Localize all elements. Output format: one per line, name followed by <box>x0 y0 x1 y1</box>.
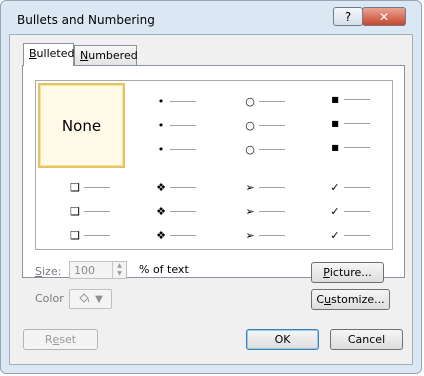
title-bar: Bullets and Numbering ? ✕ <box>1 1 421 33</box>
hollow-square-bullet-icon: ❑ <box>70 229 80 242</box>
tab-numbered-hotkey: N <box>80 49 89 62</box>
help-button[interactable]: ? <box>333 7 363 26</box>
dialog-body: Bulleted Numbered None • • • ○ ○ ○ ■ ■ ■… <box>9 34 413 365</box>
bullet-option-diamond-cluster[interactable]: ❖ ❖ ❖ <box>126 169 214 247</box>
reset-hotkey: e <box>52 333 60 346</box>
diamond-cluster-bullet-icon: ❖ <box>156 229 166 242</box>
size-value: 100 <box>74 264 95 277</box>
close-icon: ✕ <box>378 9 390 24</box>
color-label: Color <box>35 292 64 305</box>
bullet-option-checkmark[interactable]: ✓ ✓ ✓ <box>304 169 390 247</box>
cancel-button[interactable]: Cancel <box>330 329 403 350</box>
tab-numbered[interactable]: Numbered <box>74 45 138 66</box>
color-picker-button[interactable]: ▼ <box>69 289 112 309</box>
arrowhead-bullet-icon: ➢ <box>245 229 255 242</box>
arrowhead-bullet-icon: ➢ <box>245 205 255 218</box>
spin-up-icon[interactable]: ▲ <box>113 262 126 270</box>
circle-bullet-icon: ○ <box>245 119 255 132</box>
bullet-option-hollow-square[interactable]: ❑ ❑ ❑ <box>38 169 125 247</box>
picture-button[interactable]: Picture... <box>311 262 384 283</box>
dot-bullet-icon: • <box>157 143 165 156</box>
diamond-cluster-bullet-icon: ❖ <box>156 205 166 218</box>
customize-label: stomize... <box>331 293 385 306</box>
dot-bullet-icon: • <box>157 95 165 108</box>
reset-button[interactable]: Re set <box>23 329 98 350</box>
circle-bullet-icon: ○ <box>245 95 255 108</box>
paint-bucket-icon <box>78 292 91 307</box>
ok-button[interactable]: OK <box>246 329 319 350</box>
reset-prefix: R <box>44 333 53 346</box>
picture-hotkey: P <box>323 266 330 279</box>
spin-down-icon[interactable]: ▼ <box>113 270 126 278</box>
tab-bulleted[interactable]: Bulleted <box>23 43 74 66</box>
bullet-option-square[interactable]: ■ ■ ■ <box>304 83 390 168</box>
customize-prefix: C <box>316 293 325 306</box>
square-bullet-icon: ■ <box>331 143 339 152</box>
help-icon: ? <box>344 9 352 24</box>
picture-label: icture... <box>329 266 372 279</box>
bullet-gallery: None • • • ○ ○ ○ ■ ■ ■ ❑ ❑ ❑ ❖ ❖ ❖ ➢ ➢ ➢… <box>35 80 393 250</box>
checkmark-bullet-icon: ✓ <box>330 205 340 218</box>
customize-button[interactable]: Cu stomize... <box>311 289 390 310</box>
tab-bulleted-hotkey: B <box>29 47 37 60</box>
tab-bulleted-label: ulleted <box>36 47 75 60</box>
size-label: Size: <box>35 265 61 278</box>
customize-hotkey: u <box>324 293 332 306</box>
dialog-title: Bullets and Numbering <box>17 13 155 27</box>
circle-bullet-icon: ○ <box>245 143 255 156</box>
arrowhead-bullet-icon: ➢ <box>245 181 255 194</box>
close-button[interactable]: ✕ <box>362 7 406 26</box>
square-bullet-icon: ■ <box>331 95 339 104</box>
size-spinner-arrows[interactable]: ▲ ▼ <box>112 262 126 278</box>
bullets-numbering-dialog: Bullets and Numbering ? ✕ Bulleted Numbe… <box>0 0 422 374</box>
bullet-option-dot[interactable]: • • • <box>126 83 214 168</box>
hollow-square-bullet-icon: ❑ <box>70 181 80 194</box>
size-spinner[interactable]: 100 ▲ ▼ <box>69 261 127 279</box>
reset-label: set <box>59 333 77 346</box>
square-bullet-icon: ■ <box>331 119 339 128</box>
checkmark-bullet-icon: ✓ <box>330 229 340 242</box>
bulleted-tab-panel: None • • • ○ ○ ○ ■ ■ ■ ❑ ❑ ❑ ❖ ❖ ❖ ➢ ➢ ➢… <box>22 65 405 278</box>
dot-bullet-icon: • <box>157 119 165 132</box>
hollow-square-bullet-icon: ❑ <box>70 205 80 218</box>
bullet-option-circle[interactable]: ○ ○ ○ <box>215 83 303 168</box>
checkmark-bullet-icon: ✓ <box>330 181 340 194</box>
tab-numbered-label: umbered <box>88 49 138 62</box>
bullet-option-none[interactable]: None <box>38 83 125 168</box>
bullet-option-none-label: None <box>61 116 102 135</box>
bullet-option-arrowhead[interactable]: ➢ ➢ ➢ <box>215 169 303 247</box>
size-unit-label: % of text <box>139 263 189 276</box>
chevron-down-icon: ▼ <box>95 293 103 305</box>
size-label-text: ize: <box>41 265 62 278</box>
diamond-cluster-bullet-icon: ❖ <box>156 181 166 194</box>
size-label-hotkey: S <box>35 265 42 278</box>
